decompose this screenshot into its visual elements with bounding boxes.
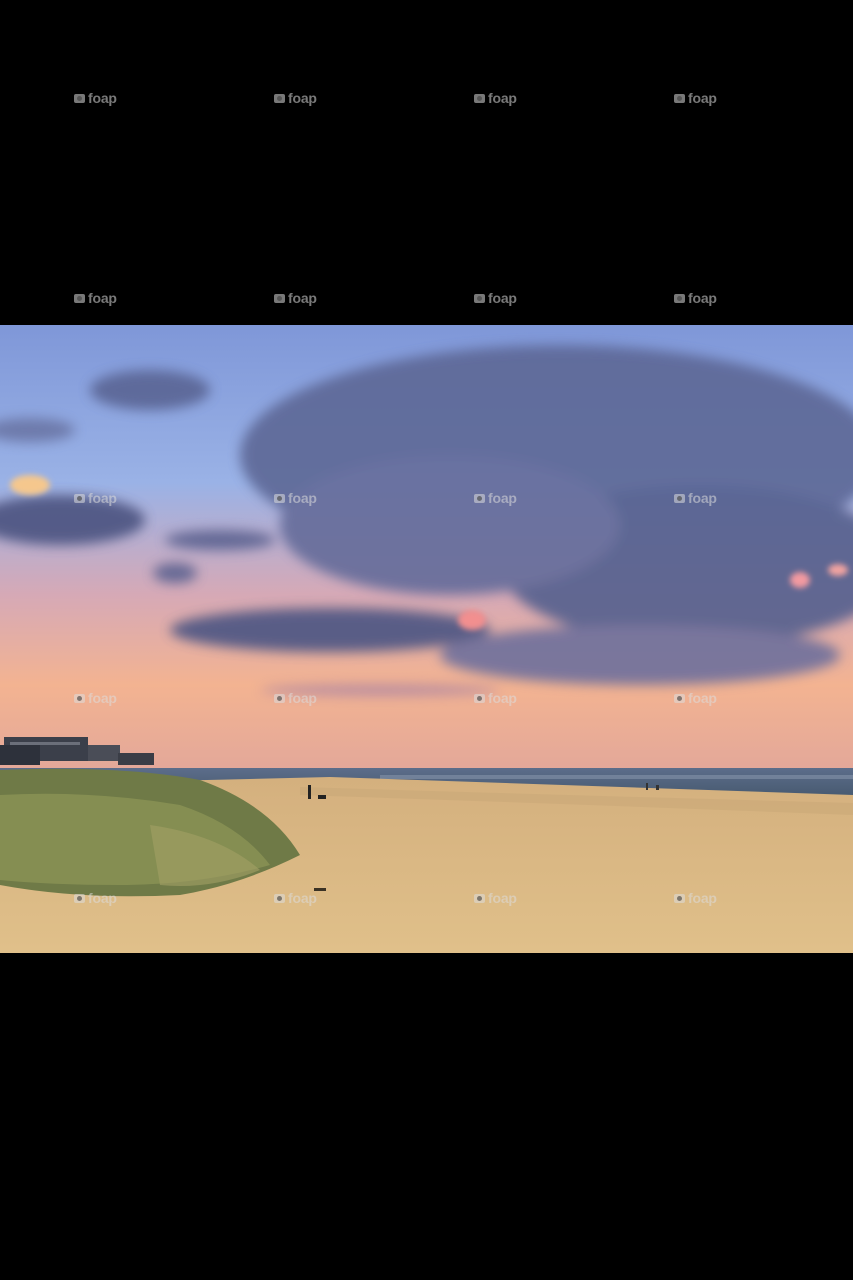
watermark: foap [674, 90, 728, 106]
watermark: foap [474, 90, 528, 106]
camera-icon [474, 293, 485, 303]
watermark: foap [474, 290, 528, 306]
camera-icon [474, 93, 485, 103]
watermark: foap [274, 290, 328, 306]
camera-icon [674, 293, 685, 303]
camera-icon [74, 293, 85, 303]
watermark: foap [274, 90, 328, 106]
image-canvas: foap foap foap foap foap foap foap foap … [0, 0, 853, 1280]
watermark: foap [74, 90, 128, 106]
watermark: foap [74, 290, 128, 306]
watermark: foap [674, 290, 728, 306]
camera-icon [674, 93, 685, 103]
camera-icon [274, 93, 285, 103]
camera-icon [274, 293, 285, 303]
beach-sunset-photo [0, 325, 853, 953]
camera-icon [74, 93, 85, 103]
